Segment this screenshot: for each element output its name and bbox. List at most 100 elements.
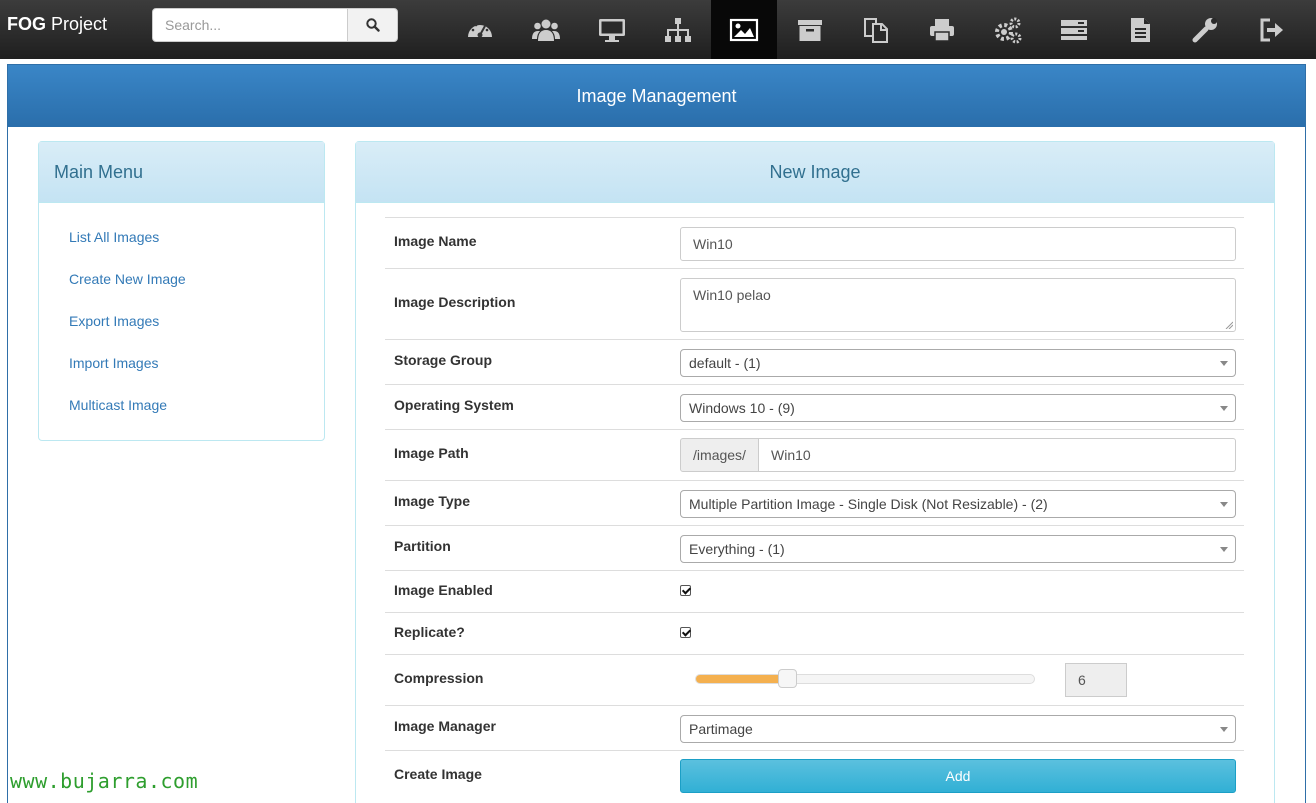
compression-slider-fill bbox=[696, 675, 788, 683]
image-type-value: Multiple Partition Image - Single Disk (… bbox=[689, 496, 1048, 512]
users-icon bbox=[532, 19, 560, 41]
desktop-icon bbox=[599, 18, 625, 42]
search-input[interactable] bbox=[152, 8, 348, 42]
compression-control: 6 bbox=[680, 663, 1236, 697]
menu-item-export-images: Export Images bbox=[39, 301, 324, 343]
image-description-label: Image Description bbox=[394, 294, 516, 310]
row-image-path: Image Path /images/ Win10 bbox=[385, 429, 1244, 480]
chevron-down-icon bbox=[1220, 406, 1228, 411]
menu-item-multicast-image: Multicast Image bbox=[39, 385, 324, 427]
chevron-down-icon bbox=[1220, 547, 1228, 552]
partition-label: Partition bbox=[394, 538, 451, 554]
image-name-input[interactable]: Win10 bbox=[680, 227, 1236, 261]
menu-link[interactable]: Export Images bbox=[69, 313, 159, 329]
chevron-down-icon bbox=[1220, 502, 1228, 507]
compression-value[interactable]: 6 bbox=[1065, 663, 1127, 697]
compression-label: Compression bbox=[394, 670, 484, 686]
operating-system-label: Operating System bbox=[394, 397, 514, 413]
image-manager-label: Image Manager bbox=[394, 718, 496, 734]
search-box bbox=[152, 8, 398, 42]
image-description-textarea[interactable]: Win10 pelao bbox=[680, 278, 1236, 332]
image-enabled-checkbox[interactable] bbox=[680, 585, 691, 596]
archive-icon bbox=[798, 19, 822, 41]
file-icon bbox=[1131, 17, 1150, 42]
nav-groups[interactable] bbox=[645, 0, 711, 59]
server-icon bbox=[1061, 19, 1087, 40]
nav-printers[interactable] bbox=[909, 0, 975, 59]
image-enabled-wrap bbox=[680, 585, 1236, 596]
print-icon bbox=[930, 18, 954, 42]
nav-tasks[interactable] bbox=[1041, 0, 1107, 59]
nav-service[interactable] bbox=[975, 0, 1041, 59]
new-image-title: New Image bbox=[356, 142, 1274, 203]
sitemap-icon bbox=[665, 17, 691, 42]
nav-settings[interactable] bbox=[1173, 0, 1239, 59]
watermark-text: www.bujarra.com bbox=[10, 769, 199, 793]
brand-logo[interactable]: FOG Project bbox=[7, 14, 107, 35]
logout-icon bbox=[1260, 18, 1283, 41]
dashboard-icon bbox=[468, 23, 492, 37]
menu-link[interactable]: List All Images bbox=[69, 229, 159, 245]
menu-link[interactable]: Multicast Image bbox=[69, 397, 167, 413]
image-description-text: Win10 pelao bbox=[693, 287, 771, 303]
replicate-wrap bbox=[680, 627, 1236, 638]
search-button[interactable] bbox=[347, 8, 398, 42]
image-manager-value: Partimage bbox=[689, 721, 753, 737]
row-image-description: Image Description Win10 pelao bbox=[385, 268, 1244, 339]
storage-group-select[interactable]: default - (1) bbox=[680, 349, 1236, 377]
top-navbar: FOG Project bbox=[0, 0, 1316, 59]
nav-dashboard[interactable] bbox=[447, 0, 513, 59]
operating-system-value: Windows 10 - (9) bbox=[689, 400, 795, 416]
nav-storage[interactable] bbox=[777, 0, 843, 59]
storage-group-value: default - (1) bbox=[689, 355, 761, 371]
add-button[interactable]: Add bbox=[680, 759, 1236, 793]
page-title: Image Management bbox=[8, 65, 1305, 127]
row-image-name: Image Name Win10 bbox=[385, 217, 1244, 268]
row-create-image: Create Image Add bbox=[385, 750, 1244, 803]
row-image-manager: Image Manager Partimage bbox=[385, 705, 1244, 750]
nav-reports[interactable] bbox=[1107, 0, 1173, 59]
create-image-label: Create Image bbox=[394, 766, 482, 782]
menu-item-import-images: Import Images bbox=[39, 343, 324, 385]
main-menu-list: List All Images Create New Image Export … bbox=[39, 203, 324, 427]
compression-slider-handle[interactable] bbox=[778, 669, 798, 688]
row-image-type: Image Type Multiple Partition Image - Si… bbox=[385, 480, 1244, 525]
image-icon bbox=[729, 18, 759, 41]
wrench-icon bbox=[1192, 17, 1217, 42]
partition-value: Everything - (1) bbox=[689, 541, 785, 557]
image-name-label: Image Name bbox=[394, 233, 477, 249]
copy-icon bbox=[864, 17, 888, 43]
nav-hosts[interactable] bbox=[579, 0, 645, 59]
image-manager-select[interactable]: Partimage bbox=[680, 715, 1236, 743]
row-image-enabled: Image Enabled bbox=[385, 570, 1244, 612]
image-type-select[interactable]: Multiple Partition Image - Single Disk (… bbox=[680, 490, 1236, 518]
image-path-input[interactable]: Win10 bbox=[759, 438, 1236, 472]
row-replicate: Replicate? bbox=[385, 612, 1244, 654]
operating-system-select[interactable]: Windows 10 - (9) bbox=[680, 394, 1236, 422]
replicate-checkbox[interactable] bbox=[680, 627, 691, 638]
cogs-icon bbox=[995, 17, 1022, 43]
storage-group-label: Storage Group bbox=[394, 352, 493, 368]
nav-snapins[interactable] bbox=[843, 0, 909, 59]
image-type-label: Image Type bbox=[394, 493, 470, 509]
image-path-prefix: /images/ bbox=[680, 438, 759, 472]
image-path-label: Image Path bbox=[394, 445, 469, 461]
menu-link[interactable]: Import Images bbox=[69, 355, 158, 371]
row-compression: Compression 6 bbox=[385, 654, 1244, 705]
row-storage-group: Storage Group default - (1) bbox=[385, 339, 1244, 384]
main-menu: Main Menu List All Images Create New Ima… bbox=[38, 141, 325, 441]
image-enabled-label: Image Enabled bbox=[394, 582, 493, 598]
resize-grip-icon[interactable] bbox=[1225, 321, 1233, 329]
row-partition: Partition Everything - (1) bbox=[385, 525, 1244, 570]
nav-users[interactable] bbox=[513, 0, 579, 59]
main-nav bbox=[447, 0, 1305, 59]
nav-logout[interactable] bbox=[1239, 0, 1305, 59]
partition-select[interactable]: Everything - (1) bbox=[680, 535, 1236, 563]
compression-slider[interactable] bbox=[695, 669, 1035, 688]
menu-link[interactable]: Create New Image bbox=[69, 271, 186, 287]
menu-item-create-new-image: Create New Image bbox=[39, 259, 324, 301]
replicate-label: Replicate? bbox=[394, 624, 465, 640]
nav-images[interactable] bbox=[711, 0, 777, 59]
chevron-down-icon bbox=[1220, 727, 1228, 732]
menu-item-list-all-images: List All Images bbox=[39, 217, 324, 259]
